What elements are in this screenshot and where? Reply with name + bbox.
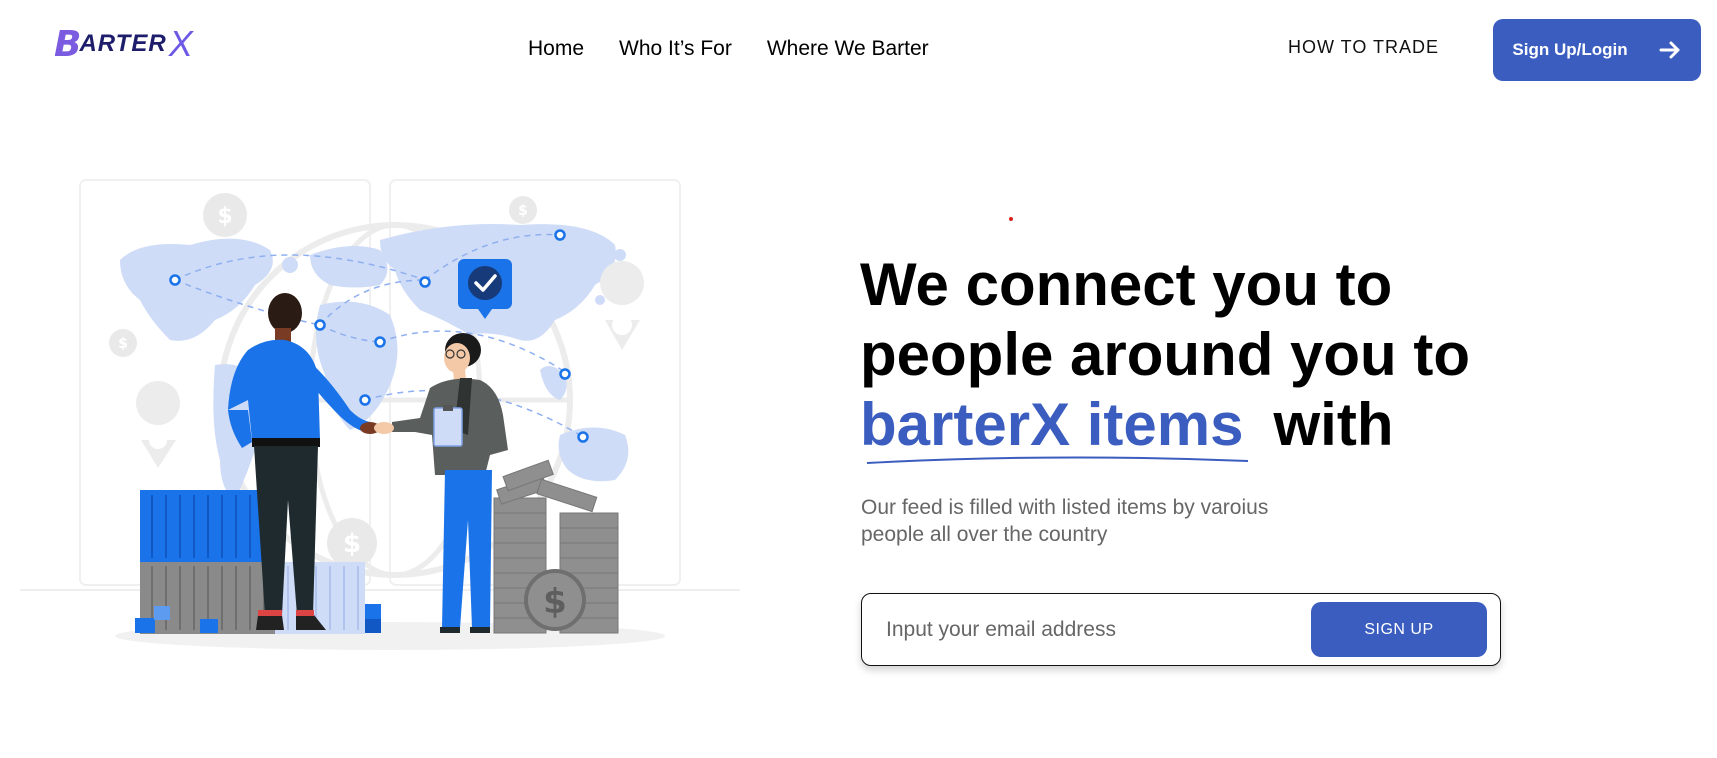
nav-who-its-for[interactable]: Who It’s For [619, 37, 732, 61]
svg-text:$: $ [118, 336, 128, 352]
arrow-right-icon [1659, 41, 1680, 59]
woman-figure [374, 333, 508, 633]
brand-logo[interactable]: B ARTER X [54, 23, 193, 65]
signup-login-button[interactable]: Sign Up/Login [1493, 19, 1701, 81]
signup-login-label: Sign Up/Login [1512, 40, 1628, 59]
logo-wordmark: ARTER [79, 30, 167, 57]
headline-line-2: people around you to [860, 321, 1470, 388]
svg-text:$: $ [217, 204, 232, 229]
email-signup-form: SIGN UP [861, 593, 1501, 666]
hero-subtext: Our feed is filled with listed items by … [861, 496, 1269, 546]
svg-text:$: $ [518, 203, 528, 219]
svg-text:$: $ [543, 582, 567, 622]
headline-line-3: barterX items with [860, 390, 1470, 460]
logo-letter-b: B [54, 23, 81, 65]
headline-accent: barterX items [860, 391, 1244, 458]
headline-line-1: We connect you to [860, 251, 1393, 318]
logo-letter-x: X [168, 23, 193, 64]
headline-line-3-end: with [1273, 391, 1394, 458]
signup-button[interactable]: SIGN UP [1311, 602, 1487, 657]
main-nav: Home Who It’s For Where We Barter [528, 37, 929, 61]
handshake-world-map-illustration: $ $ $ $ $ [20, 179, 740, 650]
email-input[interactable] [886, 614, 1266, 646]
hero-headline: We connect you to people around you to b… [860, 250, 1470, 460]
decorative-dot [1009, 217, 1013, 221]
accent-underline [866, 456, 1249, 464]
how-to-trade-link[interactable]: HOW TO TRADE [1288, 37, 1439, 58]
nav-home[interactable]: Home [528, 37, 584, 61]
nav-where-we-barter[interactable]: Where We Barter [767, 37, 929, 61]
svg-text:$: $ [343, 529, 361, 559]
